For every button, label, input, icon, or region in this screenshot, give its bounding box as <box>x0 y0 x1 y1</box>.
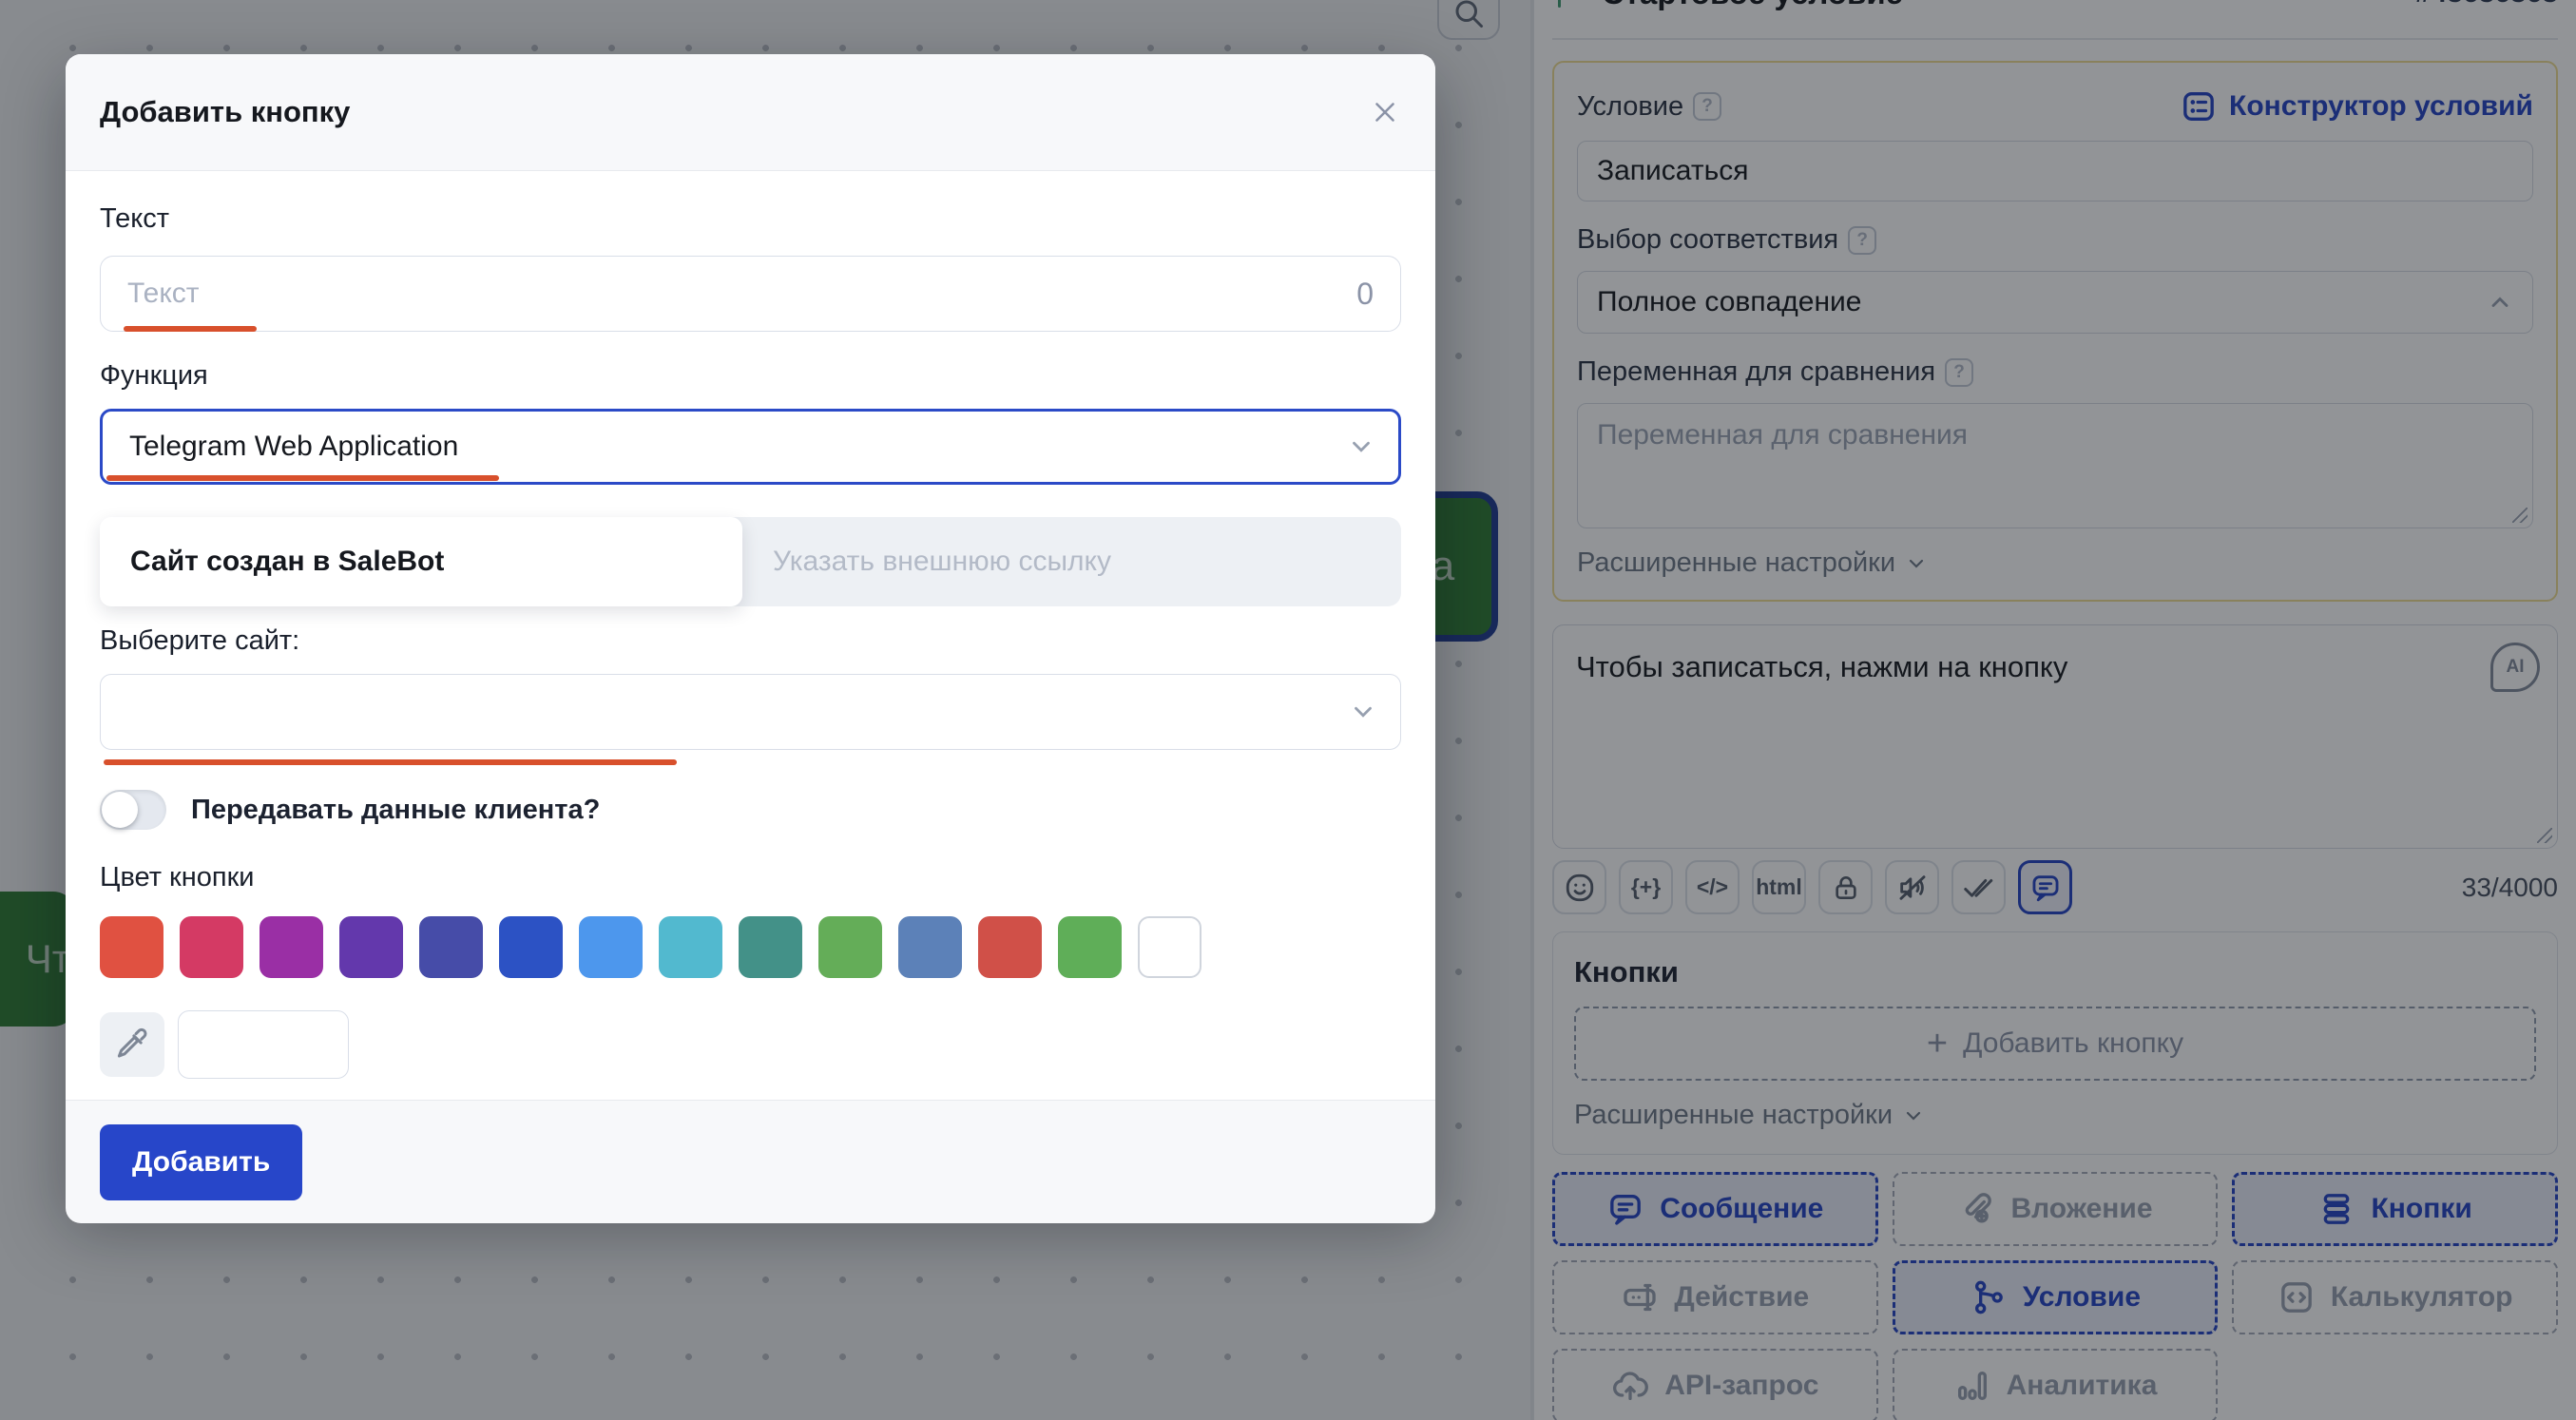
function-field-label: Функция <box>100 360 1401 392</box>
button-text-input[interactable]: Текст 0 <box>100 256 1401 332</box>
chevron-down-icon <box>1349 698 1377 726</box>
color-swatch[interactable] <box>419 916 483 978</box>
pass-client-data-label: Передавать данные клиента? <box>191 795 600 826</box>
function-select-value: Telegram Web Application <box>129 431 458 463</box>
color-swatch[interactable] <box>898 916 962 978</box>
color-swatches <box>100 916 1401 978</box>
color-swatch[interactable] <box>579 916 643 978</box>
modal-body: Текст Текст 0 Функция Telegram Web Appli… <box>66 171 1435 1079</box>
color-swatch[interactable] <box>818 916 882 978</box>
text-field-label: Текст <box>100 203 1401 235</box>
color-swatch[interactable] <box>180 916 243 978</box>
required-indicator <box>104 759 677 765</box>
screen: Чт а Стартовое условие #436363 <box>0 0 2576 1420</box>
color-swatch[interactable] <box>499 916 563 978</box>
site-field-label: Выберите сайт: <box>100 625 1401 657</box>
text-input-placeholder: Текст <box>127 278 200 310</box>
close-icon[interactable] <box>1369 96 1401 128</box>
eyedropper-icon <box>114 1027 150 1063</box>
color-swatch[interactable] <box>1058 916 1122 978</box>
submit-add-button[interactable]: Добавить <box>100 1124 302 1200</box>
text-char-counter: 0 <box>1356 277 1374 312</box>
required-indicator <box>106 475 499 481</box>
color-swatch[interactable] <box>978 916 1042 978</box>
toggle-knob <box>102 792 138 828</box>
color-swatch[interactable] <box>1138 916 1201 978</box>
site-select[interactable] <box>100 674 1401 750</box>
color-section-label: Цвет кнопки <box>100 862 1401 893</box>
color-swatch[interactable] <box>100 916 163 978</box>
pass-client-data-toggle[interactable] <box>100 790 166 830</box>
modal-title: Добавить кнопку <box>100 95 350 129</box>
tab-external-link[interactable]: Указать внешнюю ссылку <box>742 517 1142 606</box>
chevron-down-icon <box>1347 432 1375 461</box>
add-button-modal: Добавить кнопку Текст Текст 0 Функция Te… <box>66 54 1435 1207</box>
eyedropper-button[interactable] <box>100 1012 164 1077</box>
color-swatch[interactable] <box>659 916 722 978</box>
modal-footer: Добавить <box>66 1100 1435 1223</box>
custom-color-input[interactable] <box>178 1010 349 1079</box>
modal-header: Добавить кнопку <box>66 54 1435 171</box>
color-swatch[interactable] <box>260 916 323 978</box>
tab-salebot-site[interactable]: Сайт создан в SaleBot <box>100 517 742 606</box>
function-select[interactable]: Telegram Web Application <box>100 409 1401 485</box>
required-indicator <box>124 326 257 332</box>
color-swatch[interactable] <box>339 916 403 978</box>
link-source-tabs: Сайт создан в SaleBotУказать внешнюю ссы… <box>100 517 1401 606</box>
color-swatch[interactable] <box>739 916 802 978</box>
